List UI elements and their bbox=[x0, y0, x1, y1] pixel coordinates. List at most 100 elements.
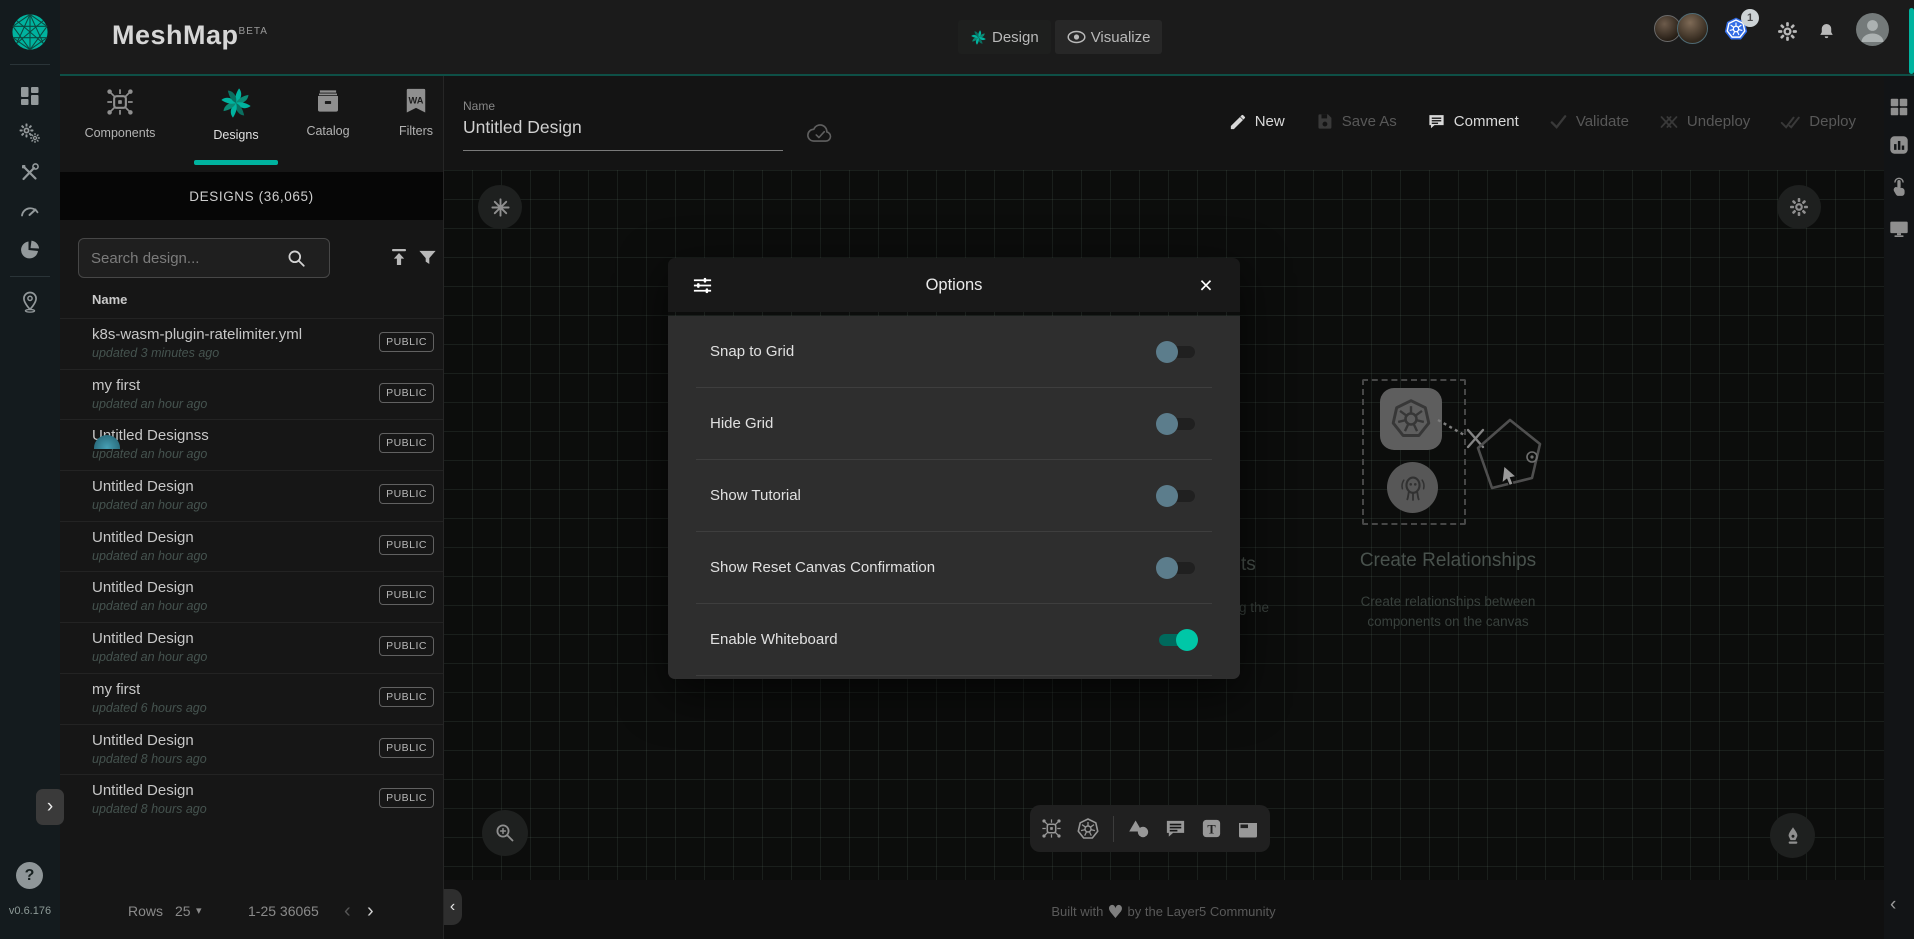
undeploy-button[interactable]: Undeploy bbox=[1659, 113, 1750, 131]
design-name: my first bbox=[92, 681, 140, 698]
design-updated: updated an hour ago bbox=[92, 549, 207, 563]
design-name-input[interactable] bbox=[463, 117, 783, 151]
tab-filters[interactable]: WA Filters bbox=[370, 86, 462, 172]
mode-toggle: Design Visualize bbox=[958, 20, 1162, 54]
design-row[interactable]: Untitled Design updated an hour ago PUBL… bbox=[60, 622, 443, 673]
rail-divider bbox=[10, 64, 50, 65]
import-design-icon[interactable] bbox=[388, 246, 410, 268]
dock-text-icon[interactable]: T bbox=[1200, 817, 1223, 840]
dock-media-icon[interactable] bbox=[1236, 818, 1260, 840]
rows-select-caret[interactable]: ▾ bbox=[196, 904, 202, 917]
options-modal: Options × Snap to Grid Hide Grid bbox=[668, 258, 1240, 679]
performance-gauge-icon[interactable] bbox=[18, 200, 42, 224]
next-page-button[interactable]: › bbox=[367, 901, 374, 921]
toggle-thumb bbox=[1156, 485, 1178, 507]
design-updated: updated an hour ago bbox=[92, 498, 207, 512]
design-updated: updated an hour ago bbox=[92, 447, 207, 461]
design-row[interactable]: Untitled Design updated an hour ago PUBL… bbox=[60, 521, 443, 572]
option-toggle[interactable] bbox=[1156, 629, 1198, 651]
display-monitor-icon[interactable] bbox=[1888, 218, 1910, 240]
design-row[interactable]: Untitled Design updated an hour ago PUBL… bbox=[60, 470, 443, 521]
help-button[interactable]: ? bbox=[16, 862, 43, 889]
design-row[interactable]: Untitled Design updated 8 hours ago PUBL… bbox=[60, 774, 443, 825]
new-button[interactable]: New bbox=[1228, 112, 1285, 131]
visibility-badge: PUBLIC bbox=[379, 484, 434, 504]
close-icon[interactable]: × bbox=[1192, 271, 1220, 299]
collaborator-avatar[interactable] bbox=[1677, 13, 1708, 44]
visibility-badge: PUBLIC bbox=[379, 687, 434, 707]
catalog-icon bbox=[313, 86, 343, 116]
design-row[interactable]: my first updated 6 hours ago PUBLIC bbox=[60, 673, 443, 724]
meshmap-app: › ? v0.6.176 MeshMapBETA Design Visualiz… bbox=[0, 0, 1914, 939]
design-name: Untitled Design bbox=[92, 529, 194, 546]
metrics-chart-icon[interactable] bbox=[1888, 134, 1910, 156]
dock-comment-icon[interactable] bbox=[1164, 817, 1187, 840]
mode-design-label: Design bbox=[992, 29, 1039, 46]
lifecycle-gears-icon[interactable] bbox=[18, 122, 42, 146]
extensions-pie-icon[interactable] bbox=[18, 238, 42, 262]
design-row[interactable]: Untitled Design updated 8 hours ago PUBL… bbox=[60, 724, 443, 775]
top-header: MeshMapBETA Design Visualize 1 bbox=[60, 0, 1914, 76]
mode-visualize-button[interactable]: Visualize bbox=[1055, 20, 1163, 54]
visibility-badge: PUBLIC bbox=[379, 738, 434, 758]
prev-page-button[interactable]: ‹ bbox=[344, 901, 351, 921]
dock-component-icon[interactable] bbox=[1040, 817, 1063, 840]
notifications-bell-icon[interactable] bbox=[1816, 21, 1837, 43]
dashboard-icon[interactable] bbox=[18, 84, 42, 108]
page-range: 1-25 36065 bbox=[248, 903, 319, 919]
settings-gear-icon[interactable] bbox=[1776, 20, 1799, 43]
design-row[interactable]: my first updated an hour ago PUBLIC bbox=[60, 369, 443, 420]
canvas-dock: T bbox=[1030, 805, 1270, 852]
expand-right-panel-button[interactable]: ‹ bbox=[1890, 894, 1896, 916]
save-as-label: Save As bbox=[1342, 113, 1397, 130]
pencil-icon bbox=[1228, 112, 1247, 131]
interaction-touch-icon[interactable] bbox=[1888, 176, 1910, 198]
canvas-settings-button[interactable] bbox=[1777, 185, 1821, 229]
tab-catalog[interactable]: Catalog bbox=[282, 86, 374, 172]
tab-components[interactable]: Components bbox=[74, 86, 166, 172]
comment-button[interactable]: Comment bbox=[1427, 112, 1519, 131]
dock-kubernetes-icon[interactable] bbox=[1076, 817, 1100, 841]
validate-button[interactable]: Validate bbox=[1549, 112, 1629, 131]
design-name: Untitled Design bbox=[92, 478, 194, 495]
layer5-logo[interactable] bbox=[11, 13, 49, 51]
deploy-button[interactable]: Deploy bbox=[1780, 113, 1856, 131]
meshmap-pin-icon[interactable] bbox=[18, 290, 42, 314]
designs-sidebar: Components Designs Catalog WA Filters DE… bbox=[60, 76, 444, 939]
expand-drawer-button[interactable]: › bbox=[36, 789, 64, 825]
cloud-saved-icon bbox=[805, 121, 835, 145]
brand-name: MeshMap bbox=[112, 20, 239, 50]
rows-per-page-select[interactable]: 25 bbox=[175, 903, 191, 919]
save-as-button[interactable]: Save As bbox=[1315, 112, 1397, 131]
design-row[interactable]: Untitled Design updated an hour ago PUBL… bbox=[60, 571, 443, 622]
comment-icon bbox=[1427, 112, 1446, 131]
option-toggle[interactable] bbox=[1156, 341, 1198, 363]
user-avatar[interactable] bbox=[1856, 13, 1889, 46]
design-name: Untitled Design bbox=[92, 579, 194, 596]
filters-wasm-icon: WA bbox=[402, 86, 430, 116]
option-toggle[interactable] bbox=[1156, 485, 1198, 507]
version-label: v0.6.176 bbox=[0, 905, 60, 917]
collapse-left-panel-button[interactable]: ‹ bbox=[443, 889, 462, 925]
canvas-helm-button[interactable] bbox=[478, 185, 522, 229]
option-row: Enable Whiteboard bbox=[696, 604, 1212, 676]
toolkit-icon[interactable] bbox=[18, 161, 42, 185]
option-toggle[interactable] bbox=[1156, 413, 1198, 435]
dock-shapes-icon[interactable] bbox=[1127, 817, 1151, 840]
views-grid-icon[interactable] bbox=[1888, 96, 1910, 118]
dock-divider bbox=[1113, 816, 1114, 842]
option-label: Show Tutorial bbox=[710, 487, 801, 504]
zoom-in-button[interactable] bbox=[482, 810, 528, 856]
option-label: Snap to Grid bbox=[710, 343, 794, 360]
design-name-label: Name bbox=[463, 99, 495, 113]
design-row[interactable]: k8s-wasm-plugin-ratelimiter.yml updated … bbox=[60, 318, 443, 369]
option-toggle[interactable] bbox=[1156, 557, 1198, 579]
beta-tag: BETA bbox=[239, 26, 268, 37]
search-icon bbox=[286, 248, 307, 269]
mode-design-button[interactable]: Design bbox=[958, 20, 1051, 54]
pen-tool-button[interactable] bbox=[1770, 813, 1815, 858]
components-icon bbox=[104, 86, 136, 118]
design-updated: updated 6 hours ago bbox=[92, 701, 207, 715]
tab-designs-label: Designs bbox=[213, 128, 258, 142]
filter-funnel-icon[interactable] bbox=[417, 248, 438, 268]
